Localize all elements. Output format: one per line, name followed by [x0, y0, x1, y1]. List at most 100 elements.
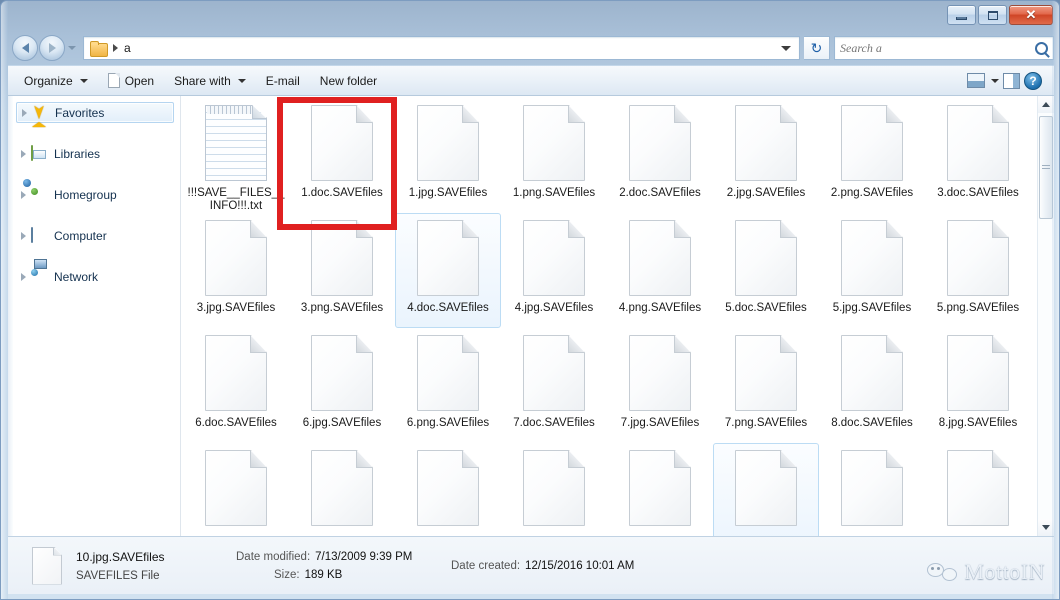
back-button[interactable] [12, 35, 38, 61]
new-folder-button[interactable]: New folder [310, 69, 387, 93]
generic-file-icon [735, 220, 797, 296]
file-item[interactable] [395, 443, 501, 536]
file-name-label: 4.png.SAVEfiles [618, 302, 702, 314]
search-icon[interactable] [1035, 41, 1048, 55]
file-item[interactable] [607, 443, 713, 536]
share-with-label: Share with [174, 73, 231, 88]
file-item[interactable]: 6.jpg.SAVEfiles [289, 328, 395, 443]
homegroup-icon [31, 187, 48, 202]
generic-file-icon [947, 105, 1009, 181]
expand-chevron-icon[interactable] [21, 272, 26, 281]
file-item[interactable] [819, 443, 925, 536]
file-item[interactable]: 3.png.SAVEfiles [289, 213, 395, 328]
minimize-button[interactable] [947, 5, 976, 25]
preview-pane-icon[interactable] [1003, 72, 1020, 89]
file-item[interactable] [289, 443, 395, 536]
file-item[interactable] [183, 443, 289, 536]
refresh-button[interactable]: ↻ [804, 36, 830, 60]
file-item[interactable]: 6.png.SAVEfiles [395, 328, 501, 443]
file-item[interactable]: 2.jpg.SAVEfiles [713, 98, 819, 213]
file-item[interactable]: 8.doc.SAVEfiles [819, 328, 925, 443]
history-dropdown-icon[interactable] [68, 46, 76, 50]
sidebar-item-label: Computer [54, 228, 107, 243]
explorer-window: ✕ a ↻ Organize [0, 0, 1060, 600]
file-item[interactable]: 1.jpg.SAVEfiles [395, 98, 501, 213]
file-item[interactable]: 4.doc.SAVEfiles [395, 213, 501, 328]
expand-chevron-icon[interactable] [22, 108, 27, 117]
expand-chevron-icon[interactable] [21, 149, 26, 158]
file-item[interactable]: !!!SAVE__FILES__INFO!!!.txt [183, 98, 289, 213]
details-file-name: 10.jpg.SAVEfiles [76, 549, 165, 564]
generic-file-icon [735, 105, 797, 181]
file-item[interactable] [501, 443, 607, 536]
file-name-label: 2.doc.SAVEfiles [619, 187, 701, 199]
sidebar-item-label: Network [54, 269, 99, 284]
network-icon [31, 269, 48, 284]
expand-chevron-icon[interactable] [21, 190, 26, 199]
file-item[interactable]: 4.png.SAVEfiles [607, 213, 713, 328]
search-input[interactable] [840, 40, 1035, 56]
breadcrumb-separator-icon[interactable] [113, 44, 118, 52]
file-item[interactable]: 8.jpg.SAVEfiles [925, 328, 1031, 443]
sidebar-item-favorites[interactable]: Favorites [16, 102, 174, 127]
generic-file-icon [947, 335, 1009, 411]
close-button[interactable]: ✕ [1009, 5, 1053, 25]
folder-icon [90, 41, 108, 57]
file-item[interactable]: 5.doc.SAVEfiles [713, 213, 819, 328]
forward-arrow-icon [48, 43, 56, 53]
details-columns: 10.jpg.SAVEfiles SAVEFILES File Date mod… [76, 550, 711, 582]
file-name-label: 5.png.SAVEfiles [936, 302, 1020, 314]
close-icon: ✕ [1025, 7, 1037, 22]
maximize-button[interactable] [978, 5, 1007, 25]
forward-button[interactable] [39, 35, 65, 61]
details-pane: 10.jpg.SAVEfiles SAVEFILES File Date mod… [8, 536, 1054, 594]
chevron-down-icon[interactable] [781, 45, 791, 51]
generic-file-icon [311, 220, 373, 296]
chevron-down-icon[interactable] [991, 78, 999, 83]
file-name-label: 2.jpg.SAVEfiles [726, 187, 806, 199]
file-item[interactable]: 3.jpg.SAVEfiles [183, 213, 289, 328]
main-body: Favorites Libraries Homegroup Computer N [8, 96, 1054, 536]
expand-chevron-icon[interactable] [21, 231, 26, 240]
file-item[interactable]: 1.png.SAVEfiles [501, 98, 607, 213]
generic-file-icon [841, 335, 903, 411]
share-with-button[interactable]: Share with [164, 69, 256, 93]
scrollbar-thumb[interactable] [1039, 116, 1053, 219]
breadcrumb-item-a[interactable]: a [124, 41, 131, 55]
file-item[interactable] [713, 443, 819, 536]
help-icon[interactable]: ? [1024, 71, 1042, 90]
file-item[interactable] [925, 443, 1031, 536]
search-box[interactable] [834, 36, 1054, 60]
sidebar-item-homegroup[interactable]: Homegroup [16, 184, 174, 205]
file-item[interactable]: 6.doc.SAVEfiles [183, 328, 289, 443]
sidebar-item-computer[interactable]: Computer [16, 225, 174, 246]
file-list-pane[interactable]: !!!SAVE__FILES__INFO!!!.txt 1.doc.SAVEfil… [181, 96, 1054, 536]
navigation-buttons [12, 35, 76, 61]
file-item[interactable]: 5.jpg.SAVEfiles [819, 213, 925, 328]
file-item[interactable]: 5.png.SAVEfiles [925, 213, 1031, 328]
date-created-label: Date created: [451, 559, 521, 572]
file-item[interactable]: 2.png.SAVEfiles [819, 98, 925, 213]
file-name-label: 7.doc.SAVEfiles [513, 417, 595, 429]
window-frame-left [1, 1, 8, 599]
file-name-label: 3.doc.SAVEfiles [937, 187, 1019, 199]
organize-button[interactable]: Organize [14, 69, 98, 93]
sidebar-item-network[interactable]: Network [16, 266, 174, 287]
sidebar-item-libraries[interactable]: Libraries [16, 143, 174, 164]
file-item[interactable]: 4.jpg.SAVEfiles [501, 213, 607, 328]
address-bar[interactable]: a [83, 36, 800, 60]
email-button[interactable]: E-mail [256, 69, 310, 93]
file-item[interactable]: 7.png.SAVEfiles [713, 328, 819, 443]
file-name-label: 7.jpg.SAVEfiles [620, 417, 700, 429]
back-arrow-icon [21, 43, 29, 53]
open-button[interactable]: Open [98, 68, 164, 93]
file-item[interactable]: 7.doc.SAVEfiles [501, 328, 607, 443]
file-name-label: 4.doc.SAVEfiles [407, 302, 489, 314]
file-name-label: 1.doc.SAVEfiles [301, 187, 383, 199]
file-item[interactable]: 2.doc.SAVEfiles [607, 98, 713, 213]
file-item[interactable]: 7.jpg.SAVEfiles [607, 328, 713, 443]
change-view-icon[interactable] [967, 73, 985, 88]
file-item[interactable]: 1.doc.SAVEfiles [289, 98, 395, 213]
file-name-label: 8.doc.SAVEfiles [831, 417, 913, 429]
file-item[interactable]: 3.doc.SAVEfiles [925, 98, 1031, 213]
